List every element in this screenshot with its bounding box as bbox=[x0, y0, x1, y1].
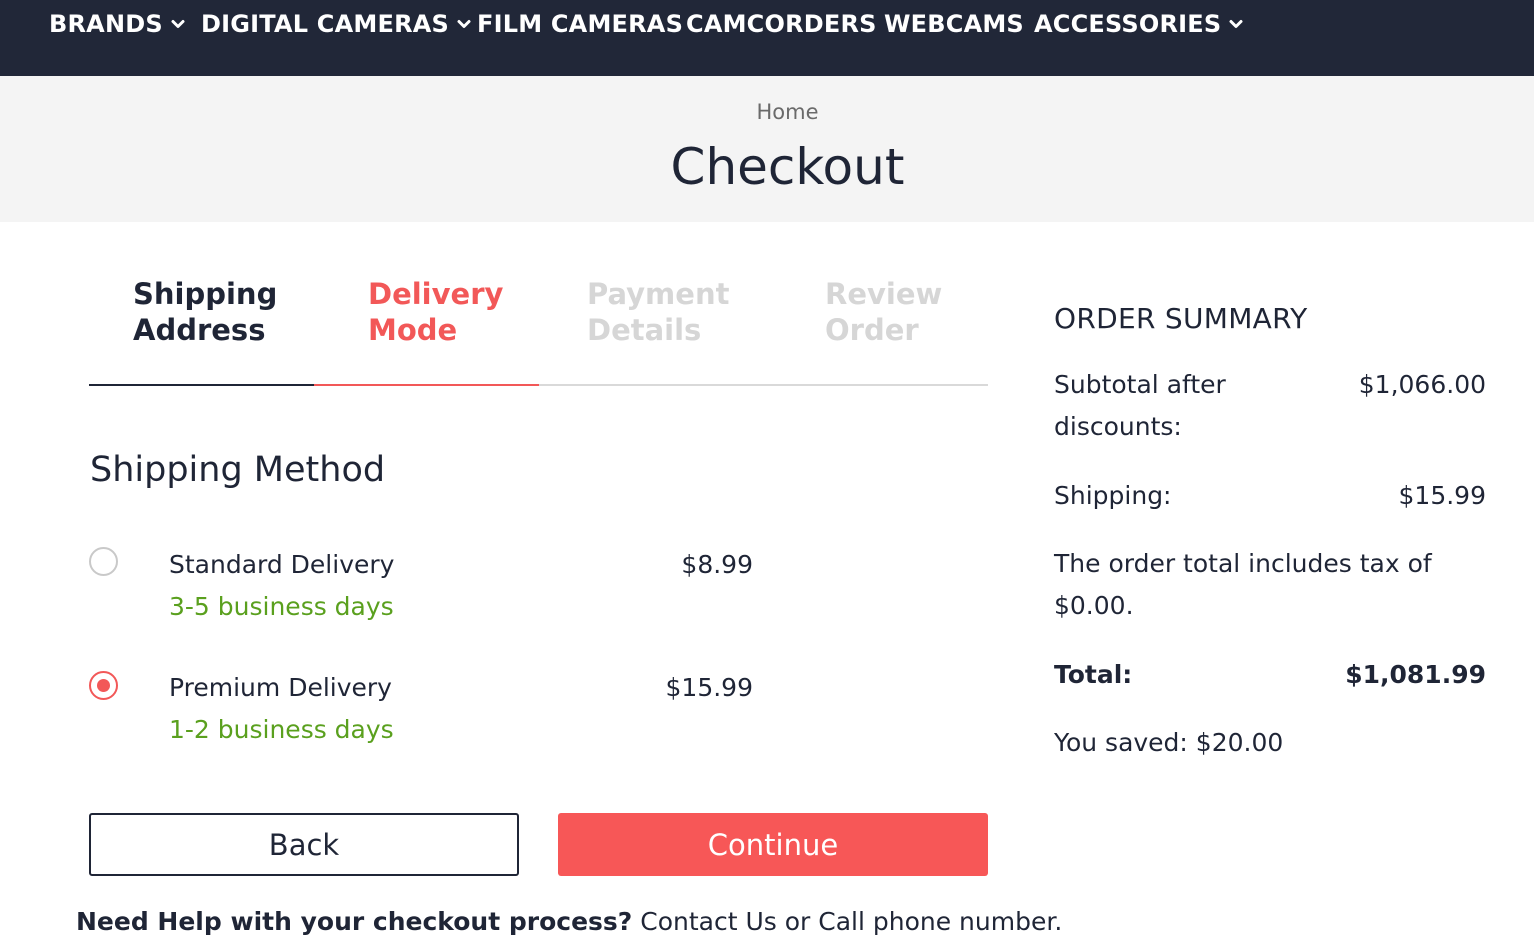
breadcrumb-home[interactable]: Home bbox=[0, 100, 1534, 124]
help-text: Need Help with your checkout process? Co… bbox=[76, 907, 1062, 936]
step-label-line1: Shipping bbox=[133, 277, 278, 311]
step-label-line2: Details bbox=[587, 313, 702, 347]
back-button[interactable]: Back bbox=[89, 813, 519, 876]
standard-delivery-name[interactable]: Standard Delivery bbox=[169, 550, 394, 579]
shipping-value: $15.99 bbox=[1398, 481, 1486, 510]
standard-delivery-price: $8.99 bbox=[681, 550, 753, 579]
nav-item-camcorders[interactable]: CAMCORDERS bbox=[686, 10, 877, 38]
step-progress-done bbox=[89, 384, 314, 386]
nav-item-webcams[interactable]: WEBCAMS bbox=[884, 10, 1024, 38]
nav-item-film-cameras[interactable]: FILM CAMERAS bbox=[477, 10, 683, 38]
step-delivery-mode[interactable]: Delivery Mode bbox=[368, 276, 503, 348]
step-label-line1: Payment bbox=[587, 277, 730, 311]
step-label-line2: Mode bbox=[368, 313, 458, 347]
nav-item-label: CAMCORDERS bbox=[686, 10, 877, 38]
nav-item-accessories[interactable]: ACCESSORIES bbox=[1034, 10, 1244, 38]
step-label-line2: Address bbox=[133, 313, 266, 347]
nav-item-brands[interactable]: BRANDS bbox=[49, 10, 186, 38]
step-shipping-address[interactable]: Shipping Address bbox=[133, 276, 277, 348]
page-title: Checkout bbox=[670, 138, 905, 196]
savings-text: You saved: $20.00 bbox=[1054, 728, 1284, 757]
chevron-down-icon bbox=[1228, 16, 1244, 32]
chevron-down-icon bbox=[456, 16, 472, 32]
premium-delivery-price: $15.99 bbox=[665, 673, 753, 702]
order-summary-title: ORDER SUMMARY bbox=[1054, 302, 1308, 335]
tax-note-line1: The order total includes tax of bbox=[1054, 549, 1432, 578]
shipping-method-title: Shipping Method bbox=[90, 450, 386, 490]
step-progress-todo bbox=[539, 384, 988, 386]
help-contact[interactable]: Contact Us or Call phone number. bbox=[632, 907, 1062, 936]
step-label-line1: Review bbox=[825, 277, 943, 311]
nav-item-label: WEBCAMS bbox=[884, 10, 1024, 38]
top-nav: BRANDS DIGITAL CAMERAS FILM CAMERAS CAMC… bbox=[0, 0, 1534, 76]
shipping-label: Shipping: bbox=[1054, 481, 1172, 510]
continue-button[interactable]: Continue bbox=[558, 813, 988, 876]
step-label-line2: Order bbox=[825, 313, 919, 347]
premium-delivery-name[interactable]: Premium Delivery bbox=[169, 673, 392, 702]
subtotal-label-line1: Subtotal after bbox=[1054, 370, 1226, 399]
nav-item-digital-cameras[interactable]: DIGITAL CAMERAS bbox=[201, 10, 472, 38]
nav-item-label: DIGITAL CAMERAS bbox=[201, 10, 450, 38]
step-payment-details: Payment Details bbox=[587, 276, 729, 348]
total-value: $1,081.99 bbox=[1345, 660, 1486, 689]
help-question: Need Help with your checkout process? bbox=[76, 907, 633, 936]
tax-note-line2: $0.00. bbox=[1054, 591, 1134, 620]
nav-item-label: BRANDS bbox=[49, 10, 163, 38]
total-label: Total: bbox=[1054, 660, 1133, 689]
chevron-down-icon bbox=[170, 16, 186, 32]
subtotal-label-line2: discounts: bbox=[1054, 412, 1182, 441]
premium-delivery-days: 1-2 business days bbox=[169, 715, 394, 744]
standard-delivery-days: 3-5 business days bbox=[169, 592, 394, 621]
subtotal-value: $1,066.00 bbox=[1358, 370, 1486, 399]
standard-delivery-radio[interactable] bbox=[89, 547, 118, 576]
step-review-order: Review Order bbox=[825, 276, 942, 348]
step-label-line1: Delivery bbox=[368, 277, 504, 311]
step-progress-active bbox=[314, 384, 539, 386]
nav-item-label: FILM CAMERAS bbox=[477, 10, 684, 38]
nav-item-label: ACCESSORIES bbox=[1034, 10, 1222, 38]
premium-delivery-radio[interactable] bbox=[89, 671, 118, 700]
